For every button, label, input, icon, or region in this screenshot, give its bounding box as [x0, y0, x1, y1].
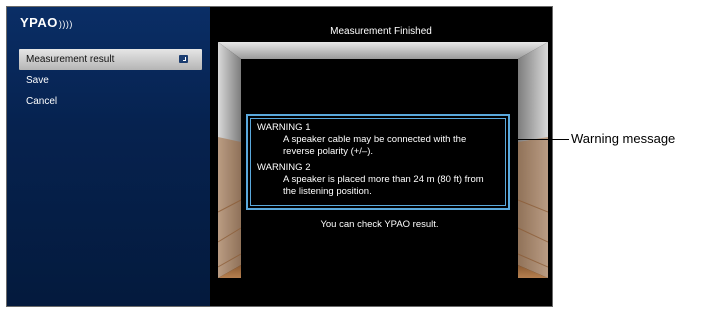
callout-line — [514, 139, 569, 140]
enter-icon — [179, 55, 188, 63]
warning-text: A speaker is placed more than 24 m (80 f… — [283, 174, 484, 197]
warning-box: WARNING 1 A speaker cable may be connect… — [246, 114, 510, 210]
menu-item-save[interactable]: Save — [19, 70, 202, 91]
osd-screen: YPAO)))) Measurement result Save Cancel … — [6, 6, 553, 307]
menu-item-label: Cancel — [26, 96, 58, 107]
callout-label: Warning message — [571, 131, 676, 146]
menu: Measurement result Save Cancel — [19, 49, 202, 112]
measurement-dialog: WARNING 1 A speaker cable may be connect… — [241, 94, 518, 278]
logo-text: YPAO — [20, 15, 58, 30]
room-frame: WARNING 1 A speaker cable may be connect… — [218, 42, 548, 278]
content-area: Measurement Finished WARNING 1 A speaker… — [210, 7, 552, 306]
menu-item-label: Measurement result — [26, 54, 115, 65]
warning-text: A speaker cable may be connected with th… — [283, 134, 467, 157]
logo-waves: )))) — [58, 19, 73, 29]
warning-title: WARNING 1 — [257, 122, 311, 133]
menu-item-label: Save — [26, 75, 49, 86]
menu-item-cancel[interactable]: Cancel — [19, 91, 202, 112]
sidebar: YPAO)))) Measurement result Save Cancel — [7, 7, 210, 306]
footer-note: You can check YPAO result. — [320, 219, 439, 230]
ypao-logo: YPAO)))) — [20, 15, 73, 30]
page-title: Measurement Finished — [330, 26, 432, 37]
menu-item-measurement-result[interactable]: Measurement result — [19, 49, 202, 70]
warning-title: WARNING 2 — [257, 162, 311, 173]
warning-list: WARNING 1 A speaker cable may be connect… — [250, 118, 506, 206]
